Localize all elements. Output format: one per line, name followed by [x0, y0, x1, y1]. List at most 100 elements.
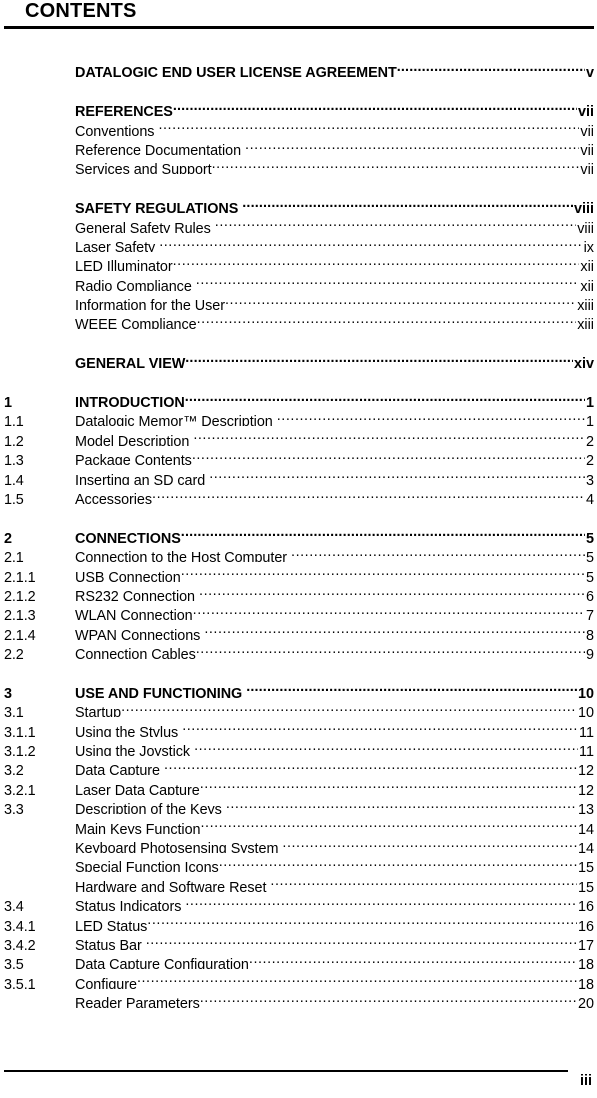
- toc-entry-page-number: 7: [585, 608, 594, 621]
- toc-entry-page-number: 1: [585, 414, 594, 427]
- toc-entry-number: 3.1.2: [4, 744, 36, 757]
- toc-dot-leader: [212, 155, 580, 174]
- toc-entry[interactable]: General Safety Rules viii: [4, 213, 594, 232]
- toc-entry-page-number: 11: [579, 744, 594, 757]
- toc-entry-label: Radio Compliance: [75, 278, 192, 291]
- toc-dot-leader: [277, 407, 585, 426]
- toc-entry[interactable]: 3.4.1 LED Status 16: [4, 911, 594, 930]
- toc-entry[interactable]: 3.5 Data Capture Configuration 18: [4, 950, 594, 969]
- toc-entry[interactable]: Reader Parameters 20: [4, 989, 594, 1008]
- toc-entry[interactable]: 3.1 Startup 10: [4, 698, 594, 717]
- toc-entry-page-number: ix: [583, 239, 594, 252]
- toc-entry-page-number: 10: [577, 685, 594, 698]
- toc-entry-page-number: vii: [580, 142, 594, 155]
- toc-dot-leader: [173, 252, 580, 271]
- toc-entry[interactable]: 3.5.1 Configure 18: [4, 969, 594, 988]
- toc-entry[interactable]: 3.3 Description of the Keys 13: [4, 795, 594, 814]
- toc-spacer: [4, 174, 594, 193]
- toc-entry[interactable]: Radio Compliance xii: [4, 271, 594, 290]
- toc-entry[interactable]: LED Illuminator xii: [4, 252, 594, 271]
- toc-entry[interactable]: SAFETY REGULATIONS viii: [4, 194, 594, 213]
- toc-entry-page-number: 5: [585, 569, 594, 582]
- toc-entry[interactable]: 3.2 Data Capture 12: [4, 756, 594, 775]
- toc-entry-page-number: 5: [585, 550, 594, 563]
- toc-entry[interactable]: 3.4 Status Indicators 16: [4, 892, 594, 911]
- toc-entry[interactable]: 3.2.1 Laser Data Capture 12: [4, 775, 594, 794]
- toc-dot-leader: [185, 892, 577, 911]
- toc-entry[interactable]: 2.1.2 RS232 Connection 6: [4, 582, 594, 601]
- toc-entry-label: Reader Parameters: [75, 996, 200, 1009]
- toc-dot-leader: [397, 58, 585, 77]
- toc-dot-leader: [200, 775, 577, 794]
- toc-entry-label: Data Capture Configuration: [75, 957, 249, 970]
- toc-entry[interactable]: 1.2 Model Description 2: [4, 426, 594, 445]
- toc-entry[interactable]: 1.5 Accessories 4: [4, 485, 594, 504]
- toc-entry[interactable]: Main Keys Function 14: [4, 814, 594, 833]
- toc-entry[interactable]: Information for the User xiii: [4, 291, 594, 310]
- toc-entry-number: 3.2: [4, 763, 24, 776]
- toc-entry-label: Status Bar: [75, 937, 142, 950]
- toc-dot-leader: [242, 194, 573, 213]
- toc-entry-number: 2.1.1: [4, 569, 36, 582]
- toc-entry[interactable]: DATALOGIC END USER LICENSE AGREEMENT v: [4, 58, 594, 77]
- toc-entry-page-number: 5: [585, 530, 594, 543]
- toc-entry[interactable]: 1.1 Datalogic Memor™ Description 1: [4, 407, 594, 426]
- toc-dot-leader: [146, 931, 577, 950]
- toc-entry-number: 2: [4, 530, 12, 543]
- toc-entry-number: 1: [4, 395, 12, 408]
- toc-entry[interactable]: Laser Safety ix: [4, 233, 594, 252]
- toc-entry-label: Laser Data Capture: [75, 782, 200, 795]
- toc-dot-leader: [197, 310, 577, 329]
- toc-dot-leader: [147, 911, 577, 930]
- toc-entry[interactable]: REFERENCES vii: [4, 97, 594, 116]
- toc-entry-number: 1.4: [4, 472, 24, 485]
- toc-entry[interactable]: 2.1.3 WLAN Connection 7: [4, 601, 594, 620]
- toc-entry[interactable]: 2.1.1 USB Connection 5: [4, 562, 594, 581]
- toc-entry-page-number: xii: [580, 259, 594, 272]
- toc-dot-leader: [159, 233, 582, 252]
- toc-entry[interactable]: 3.1.2 Using the Joystick 11: [4, 737, 594, 756]
- toc-entry-page-number: xiii: [577, 317, 594, 330]
- toc-entry-label: USB Connection: [75, 569, 181, 582]
- toc-entry-page-number: 8: [585, 627, 594, 640]
- toc-entry-page-number: 16: [577, 918, 594, 931]
- toc-entry-label: LED Illuminator: [75, 259, 173, 272]
- toc-dot-leader: [245, 136, 579, 155]
- toc-entry-number: 3.5.1: [4, 976, 36, 989]
- toc-entry-label: Laser Safety: [75, 239, 156, 252]
- toc-entry-page-number: v: [585, 65, 594, 78]
- toc-entry[interactable]: Conventions vii: [4, 116, 594, 135]
- toc-entry[interactable]: 2.2 Connection Cables 9: [4, 640, 594, 659]
- toc-entry-number: 2.2: [4, 647, 24, 660]
- toc-entry[interactable]: 3.1.1 Using the Stylus 11: [4, 717, 594, 736]
- toc-entry[interactable]: 1.3 Package Contents 2: [4, 446, 594, 465]
- toc-entry[interactable]: Keyboard Photosensing System 14: [4, 834, 594, 853]
- toc-entry-number: 3.4.2: [4, 937, 36, 950]
- toc-entry-number: 3: [4, 685, 12, 698]
- toc-entry[interactable]: 2 CONNECTIONS 5: [4, 523, 594, 542]
- toc-dot-leader: [181, 523, 585, 542]
- toc-entry-label: INTRODUCTION: [75, 395, 185, 408]
- toc-entry-label: Keyboard Photosensing System: [75, 841, 279, 854]
- toc-entry[interactable]: 2.1 Connection to the Host Computer 5: [4, 543, 594, 562]
- toc-entry[interactable]: 3.4.2 Status Bar 17: [4, 931, 594, 950]
- toc-entry[interactable]: Services and Support vii: [4, 155, 594, 174]
- toc-entry[interactable]: 1 INTRODUCTION 1: [4, 388, 594, 407]
- toc-dot-leader: [200, 989, 577, 1008]
- toc-dot-leader: [193, 601, 585, 620]
- toc-entry[interactable]: Reference Documentation vii: [4, 136, 594, 155]
- toc-entry[interactable]: 3 USE AND FUNCTIONING 10: [4, 679, 594, 698]
- toc-entry-label: Package Contents: [75, 453, 192, 466]
- table-of-contents: DATALOGIC END USER LICENSE AGREEMENT v REF…: [0, 58, 597, 1008]
- toc-dot-leader: [164, 756, 577, 775]
- toc-entry[interactable]: 1.4 Inserting an SD card 3: [4, 465, 594, 484]
- toc-entry-label: General Safety Rules: [75, 220, 211, 233]
- toc-entry[interactable]: 2.1.4 WPAN Connections 8: [4, 620, 594, 639]
- toc-entry-label: Conventions: [75, 123, 155, 136]
- toc-entry[interactable]: Special Function Icons 15: [4, 853, 594, 872]
- toc-entry[interactable]: Hardware and Software Reset 15: [4, 872, 594, 891]
- toc-entry-number: 1.2: [4, 433, 24, 446]
- toc-entry[interactable]: WEEE Compliance xiii: [4, 310, 594, 329]
- toc-entry-page-number: 11: [579, 724, 594, 737]
- toc-entry[interactable]: GENERAL VIEW xiv: [4, 349, 594, 368]
